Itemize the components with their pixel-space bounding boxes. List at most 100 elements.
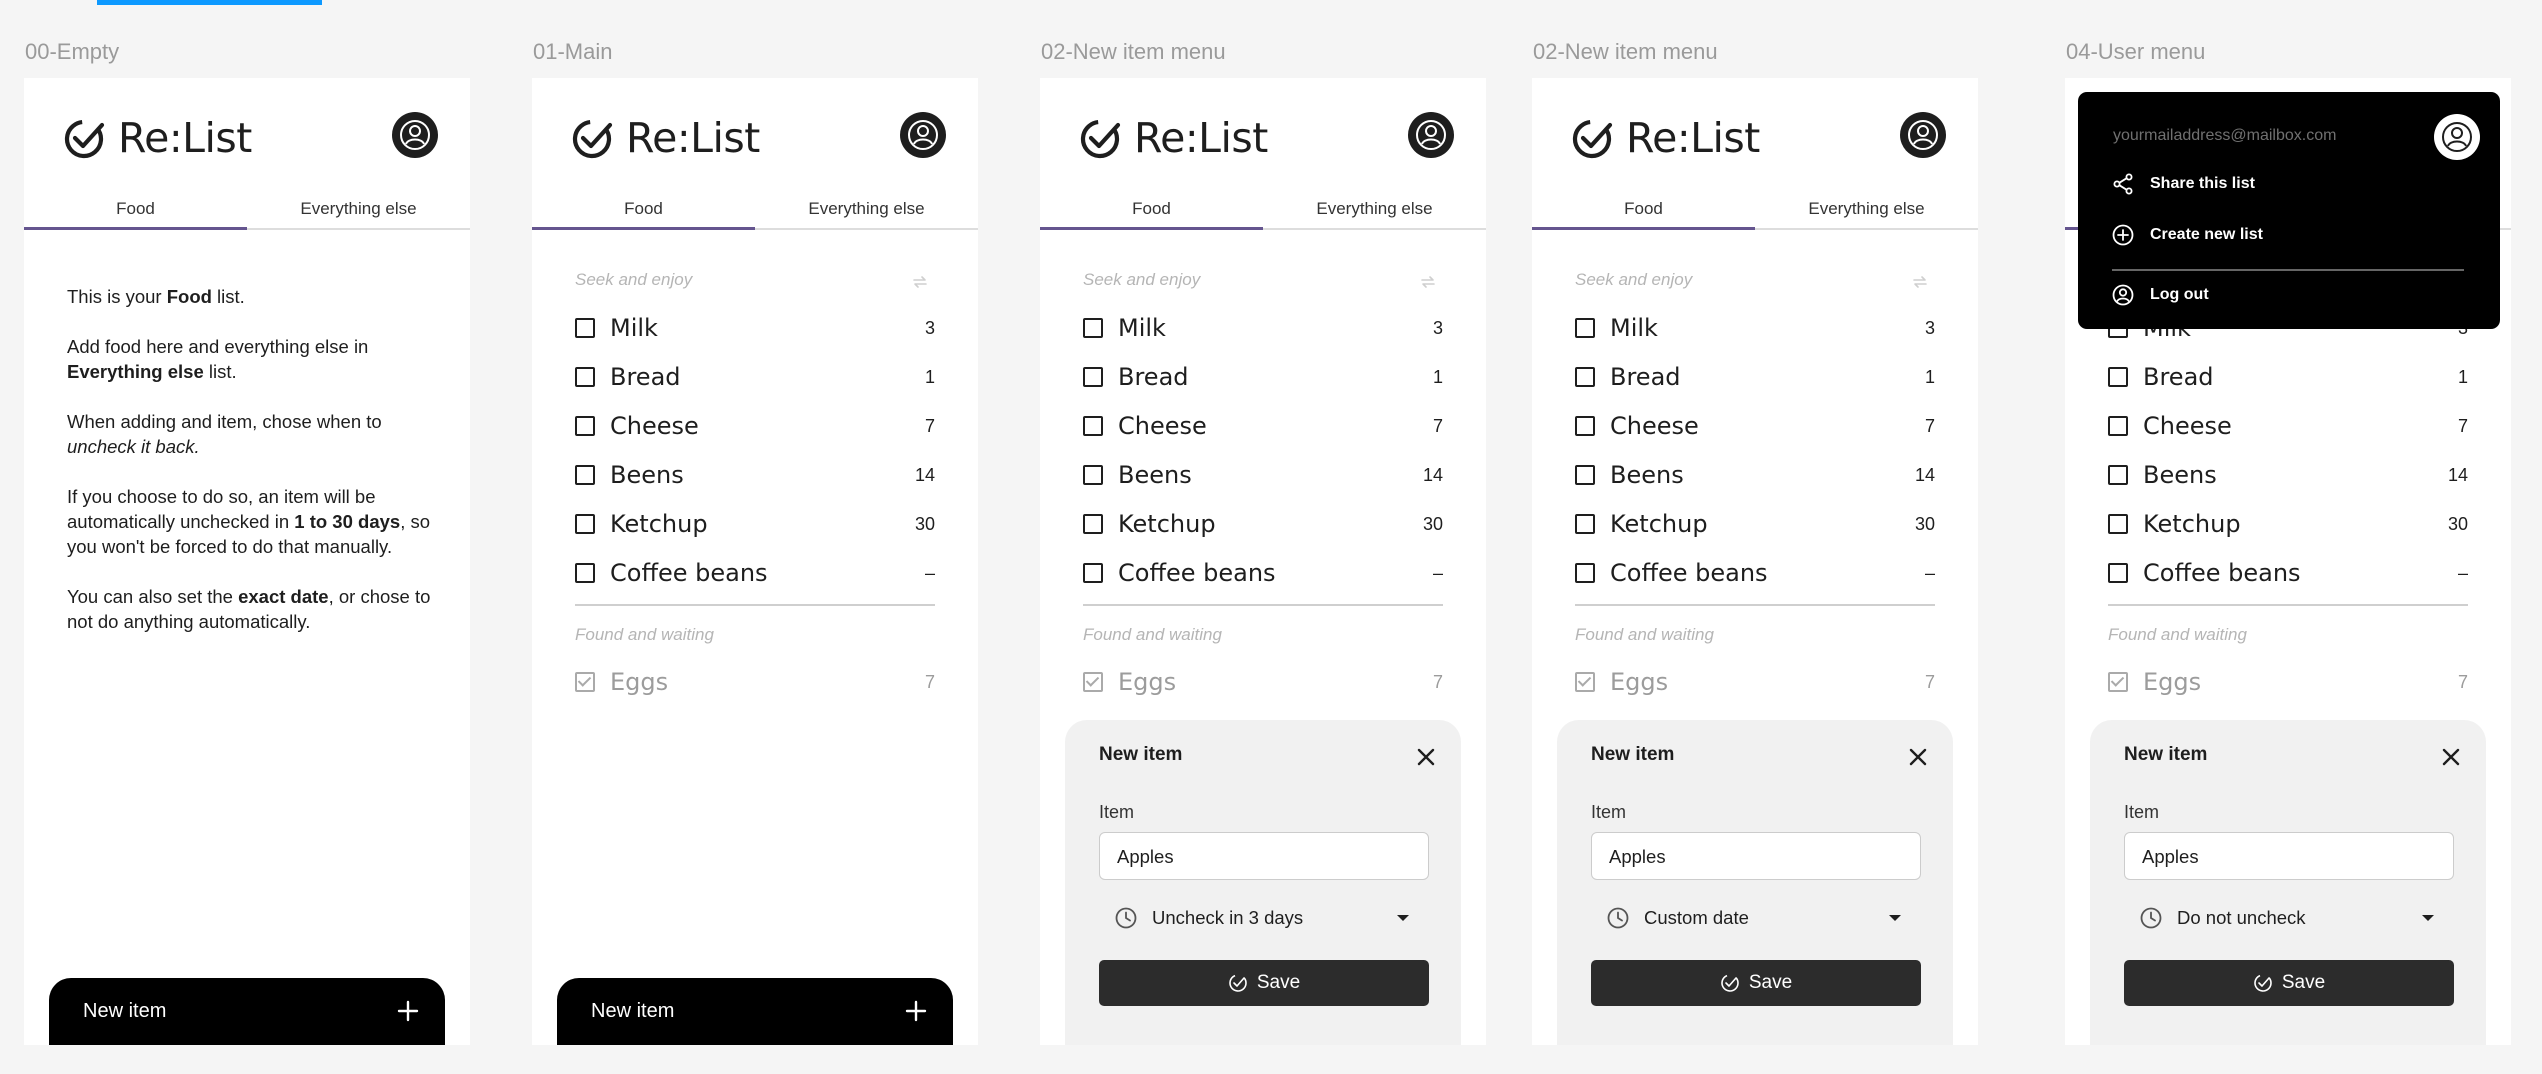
item-checkbox[interactable] [1575, 514, 1595, 534]
section-divider [1083, 604, 1443, 606]
item-input[interactable]: Apples [2124, 832, 2454, 880]
list-item[interactable]: Bread 1 [575, 359, 935, 395]
list-item[interactable]: Cheese 7 [2108, 408, 2468, 444]
tab-food[interactable]: Food [1532, 193, 1755, 230]
item-checkbox-checked[interactable] [2108, 672, 2128, 692]
item-input[interactable]: Apples [1591, 832, 1921, 880]
list-item[interactable]: Ketchup 30 [575, 506, 935, 542]
found-section-label: Found and waiting [1575, 625, 1714, 644]
item-checkbox[interactable] [1083, 416, 1103, 436]
list-item[interactable]: Milk 3 [575, 310, 935, 346]
item-checkbox[interactable] [1575, 563, 1595, 583]
check-circle-icon [1080, 119, 1121, 159]
item-days-count: 30 [1914, 513, 1935, 534]
item-checkbox[interactable] [2108, 514, 2128, 534]
list-item[interactable]: Coffee beans – [575, 555, 935, 591]
user-avatar-button[interactable] [2434, 114, 2480, 160]
list-item-checked[interactable]: Eggs 7 [1575, 664, 1935, 700]
list-item[interactable]: Beens 14 [575, 457, 935, 493]
save-button[interactable]: Save [1591, 960, 1921, 1006]
user-avatar-button[interactable] [1900, 112, 1946, 158]
item-checkbox[interactable] [1083, 514, 1103, 534]
close-icon[interactable] [1415, 746, 1437, 768]
new-item-button[interactable]: New item [557, 978, 953, 1045]
user-avatar-button[interactable] [1408, 112, 1454, 158]
item-checkbox[interactable] [575, 318, 595, 338]
save-button[interactable]: Save [2124, 960, 2454, 1006]
list-item[interactable]: Ketchup 30 [1575, 506, 1935, 542]
item-name: Coffee beans [1610, 559, 1768, 587]
uncheck-select[interactable]: Custom date [1591, 894, 1921, 942]
list-item[interactable]: Beens 14 [2108, 457, 2468, 493]
close-icon[interactable] [2440, 746, 2462, 768]
user-avatar-button[interactable] [392, 112, 438, 158]
item-checkbox-checked[interactable] [1083, 672, 1103, 692]
list-item-checked[interactable]: Eggs 7 [1083, 664, 1443, 700]
list-item[interactable]: Beens 14 [1575, 457, 1935, 493]
phone-frame: Re:List Food Everything else This is you… [24, 78, 470, 1045]
list-item[interactable]: Milk 3 [1575, 310, 1935, 346]
menu-item-share[interactable]: Share this list [2111, 172, 2255, 196]
save-button[interactable]: Save [1099, 960, 1429, 1006]
list-item[interactable]: Cheese 7 [1083, 408, 1443, 444]
repeat-icon[interactable] [910, 272, 930, 292]
tab-everything-else[interactable]: Everything else [1263, 193, 1486, 228]
item-checkbox[interactable] [1083, 563, 1103, 583]
tab-everything-else[interactable]: Everything else [1755, 193, 1978, 228]
tab-everything-else[interactable]: Everything else [755, 193, 978, 228]
item-checkbox-checked[interactable] [1575, 672, 1595, 692]
user-icon [399, 119, 431, 151]
item-days-count: 14 [2447, 464, 2468, 485]
item-checkbox[interactable] [1575, 416, 1595, 436]
repeat-icon[interactable] [1910, 272, 1930, 292]
item-checkbox[interactable] [1575, 367, 1595, 387]
uncheck-select[interactable]: Do not uncheck [2124, 894, 2454, 942]
item-checkbox[interactable] [1083, 465, 1103, 485]
item-checkbox[interactable] [2108, 465, 2128, 485]
list-item[interactable]: Ketchup 30 [2108, 506, 2468, 542]
list-item[interactable]: Coffee beans – [1575, 555, 1935, 591]
list-item[interactable]: Ketchup 30 [1083, 506, 1443, 542]
list-item[interactable]: Bread 1 [1575, 359, 1935, 395]
tab-food[interactable]: Food [1040, 193, 1263, 230]
menu-item-create-list[interactable]: Create new list [2111, 223, 2263, 247]
list-item[interactable]: Beens 14 [1083, 457, 1443, 493]
list-item[interactable]: Coffee beans – [2108, 555, 2468, 591]
item-checkbox[interactable] [2108, 416, 2128, 436]
list-item[interactable]: Bread 1 [2108, 359, 2468, 395]
item-checkbox[interactable] [1083, 318, 1103, 338]
tab-food[interactable]: Food [24, 193, 247, 230]
new-item-label: New item [591, 1000, 675, 1022]
list-item[interactable]: Cheese 7 [575, 408, 935, 444]
item-checkbox[interactable] [1575, 318, 1595, 338]
item-checkbox[interactable] [2108, 367, 2128, 387]
item-days-count: 30 [1422, 513, 1443, 534]
list-item[interactable]: Coffee beans – [1083, 555, 1443, 591]
tab-food[interactable]: Food [532, 193, 755, 230]
item-checkbox[interactable] [575, 416, 595, 436]
list-item[interactable]: Bread 1 [1083, 359, 1443, 395]
item-checkbox[interactable] [2108, 563, 2128, 583]
item-checkbox[interactable] [1083, 367, 1103, 387]
item-input[interactable]: Apples [1099, 832, 1429, 880]
item-checkbox-checked[interactable] [575, 672, 595, 692]
list-item-checked[interactable]: Eggs 7 [575, 664, 935, 700]
tab-everything-else[interactable]: Everything else [247, 193, 470, 228]
item-checkbox[interactable] [575, 514, 595, 534]
user-avatar-button[interactable] [900, 112, 946, 158]
list-item-checked[interactable]: Eggs 7 [2108, 664, 2468, 700]
found-section-label: Found and waiting [575, 625, 714, 644]
list-item[interactable]: Milk 3 [1083, 310, 1443, 346]
item-checkbox[interactable] [575, 465, 595, 485]
item-days-count: 7 [924, 671, 935, 692]
item-checkbox[interactable] [575, 367, 595, 387]
item-checkbox[interactable] [1575, 465, 1595, 485]
uncheck-select[interactable]: Uncheck in 3 days [1099, 894, 1429, 942]
list-item[interactable]: Cheese 7 [1575, 408, 1935, 444]
new-item-button[interactable]: New item [49, 978, 445, 1045]
menu-item-logout[interactable]: Log out [2111, 283, 2209, 307]
item-checkbox[interactable] [575, 563, 595, 583]
app-title: Re:List [626, 114, 760, 162]
close-icon[interactable] [1907, 746, 1929, 768]
repeat-icon[interactable] [1418, 272, 1438, 292]
